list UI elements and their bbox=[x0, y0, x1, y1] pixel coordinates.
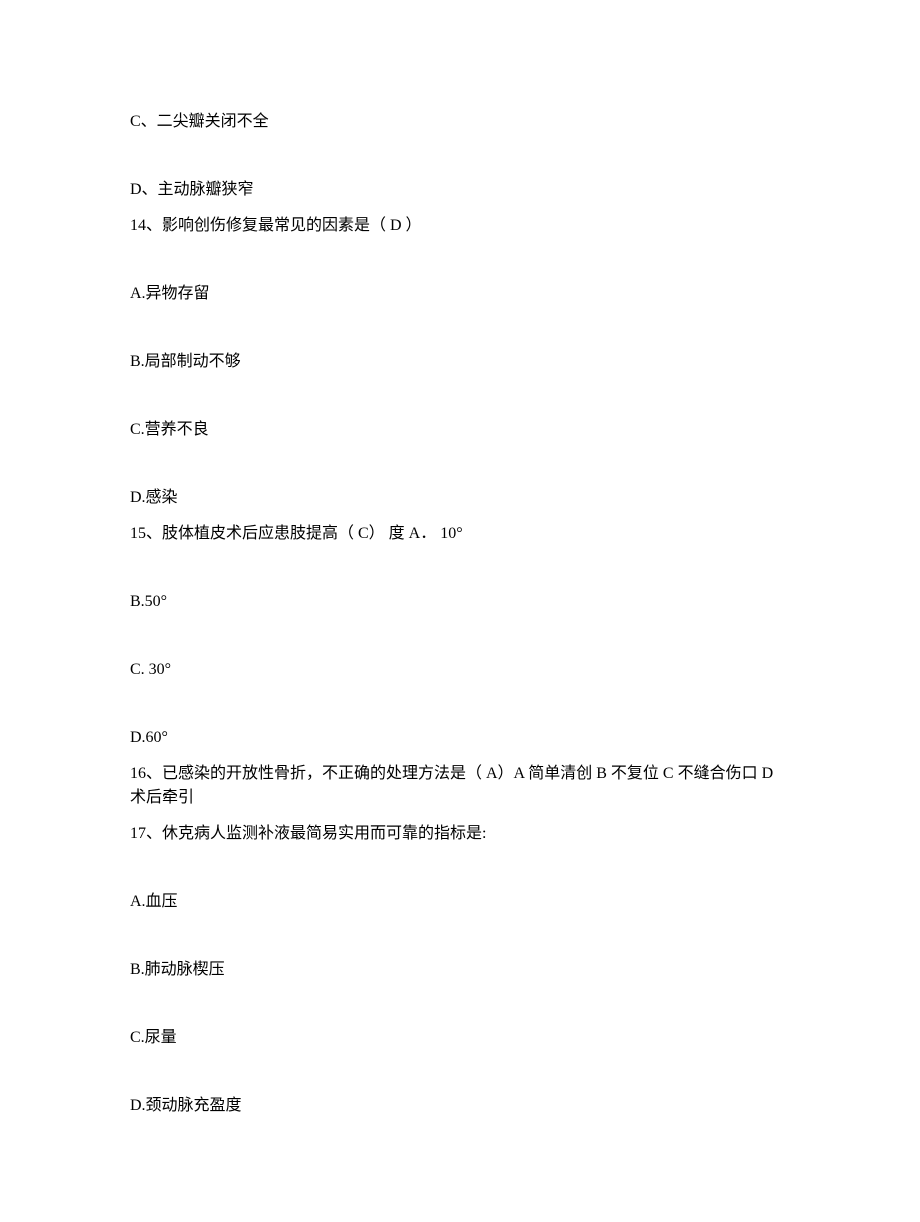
option-line: B.肺动脉楔压 bbox=[130, 958, 790, 982]
option-line: B.50° bbox=[130, 590, 790, 614]
option-line: D.感染 bbox=[130, 486, 790, 510]
option-line: C.尿量 bbox=[130, 1026, 790, 1050]
question-line: 16、已感染的开放性骨折，不正确的处理方法是（ A）A 简单清创 B 不复位 C… bbox=[130, 762, 790, 810]
option-line: D、主动脉瓣狭窄 bbox=[130, 178, 790, 202]
option-line: A.血压 bbox=[130, 890, 790, 914]
option-line: D.60° bbox=[130, 726, 790, 750]
option-line: C、二尖瓣关闭不全 bbox=[130, 110, 790, 134]
option-line: C.营养不良 bbox=[130, 418, 790, 442]
option-line: A.异物存留 bbox=[130, 282, 790, 306]
question-line: 14、影响创伤修复最常见的因素是（ D ） bbox=[130, 214, 790, 238]
question-line: 17、休克病人监测补液最简易实用而可靠的指标是: bbox=[130, 822, 790, 846]
question-line: 15、肢体植皮术后应患肢提高（ C） 度 A． 10° bbox=[130, 522, 790, 546]
option-line: C. 30° bbox=[130, 658, 790, 682]
option-line: D.颈动脉充盈度 bbox=[130, 1094, 790, 1118]
option-line: B.局部制动不够 bbox=[130, 350, 790, 374]
